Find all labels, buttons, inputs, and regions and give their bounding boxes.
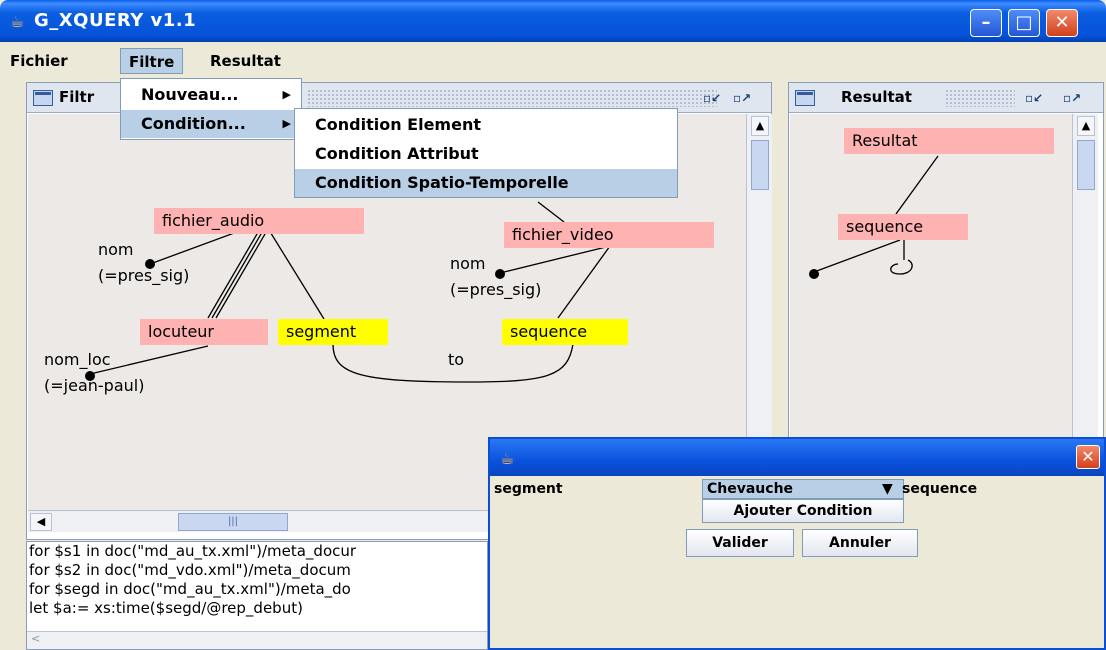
attr-value-loc: (=jean-paul)	[44, 376, 145, 395]
valider-button[interactable]: Valider	[686, 529, 794, 557]
menu-nouveau-label: Nouveau...	[141, 85, 239, 104]
node-locuteur[interactable]: locuteur	[140, 319, 268, 345]
left-operand-label: segment	[494, 481, 563, 497]
dialog-title-bar: ☕ ✕	[490, 439, 1104, 476]
attr-value-audio: (=pres_sig)	[98, 266, 190, 285]
condition-submenu: Condition Element Condition Attribut Con…	[294, 108, 678, 198]
menu-condition-label: Condition...	[141, 114, 246, 133]
node-fichier-video[interactable]: fichier_video	[504, 222, 714, 248]
attr-value-video: (=pres_sig)	[450, 280, 542, 299]
frame-grip	[307, 89, 717, 107]
scroll-up-arrow-icon[interactable]: ▲	[1077, 116, 1095, 136]
menu-fichier[interactable]: Fichier	[2, 48, 76, 74]
iconify-icon[interactable]: ▫↙	[703, 89, 721, 107]
query-line: for $s2 in doc("md_vdo.xml")/meta_docum	[29, 561, 351, 579]
query-horizontal-scrollbar[interactable]: <	[27, 631, 487, 649]
menu-condition-spatio-temporelle[interactable]: Condition Spatio-Temporelle	[295, 169, 677, 197]
right-operand-label: sequence	[902, 481, 978, 497]
maximize-frame-icon[interactable]: ▫↗	[733, 89, 751, 107]
relation-select[interactable]: Chevauche	[702, 479, 904, 499]
menu-bar: Fichier Filtre Resultat	[0, 42, 1106, 78]
menu-nouveau[interactable]: Nouveau... ▶	[121, 81, 301, 109]
node-fichier-audio[interactable]: fichier_audio	[154, 208, 364, 234]
minimize-button[interactable]: –	[970, 9, 1002, 37]
result-vertical-scrollbar[interactable]: ▲	[1072, 114, 1098, 444]
close-button[interactable]: ✕	[1046, 9, 1078, 37]
result-canvas[interactable]: Resultat sequence	[790, 114, 1072, 444]
annuler-button[interactable]: Annuler	[802, 529, 918, 557]
query-line: for $segd in doc("md_au_tx.xml")/meta_do	[29, 580, 351, 598]
dialog-close-button[interactable]: ✕	[1076, 445, 1100, 469]
frame-window-icon	[795, 90, 815, 106]
filtre-dropdown: Nouveau... ▶ Condition... ▶	[120, 78, 302, 140]
frame-window-icon	[33, 90, 53, 106]
scroll-thumb[interactable]	[751, 140, 769, 190]
node-segment[interactable]: segment	[278, 319, 388, 345]
menu-resultat[interactable]: Resultat	[202, 48, 289, 74]
query-line: let $a:= xs:time($segd/@rep_debut)	[29, 599, 303, 617]
scroll-thumb[interactable]	[1077, 140, 1095, 190]
dropdown-arrow-icon[interactable]: ▼	[882, 481, 893, 497]
java-cup-icon: ☕	[500, 449, 515, 468]
node-sequence[interactable]: sequence	[502, 319, 628, 345]
menu-condition-element[interactable]: Condition Element	[295, 111, 677, 139]
result-frame-title: Resultat	[841, 88, 912, 106]
menu-filtre[interactable]: Filtre	[120, 48, 184, 74]
result-frame-header: Resultat ▫↙ ▫↗	[789, 83, 1103, 113]
node-resultat[interactable]: Resultat	[844, 128, 1054, 154]
scroll-up-arrow-icon[interactable]: ▲	[751, 116, 769, 136]
title-bar: ☕ G_XQUERY v1.1 – □ ✕	[0, 0, 1106, 42]
iconify-icon[interactable]: ▫↙	[1025, 89, 1043, 107]
result-frame: Resultat ▫↙ ▫↗ Resultat sequence ▲	[788, 82, 1104, 444]
frame-grip	[945, 89, 1015, 107]
query-line: for $s1 in doc("md_au_tx.xml")/meta_docu…	[29, 542, 357, 560]
result-edges	[809, 155, 939, 279]
window-title: G_XQUERY v1.1	[34, 10, 197, 31]
submenu-arrow-icon: ▶	[282, 117, 291, 130]
xquery-text-area[interactable]: for $s1 in doc("md_au_tx.xml")/meta_docu…	[26, 541, 488, 650]
filter-frame-title: Filtr	[59, 88, 95, 106]
menu-condition[interactable]: Condition... ▶	[121, 110, 301, 138]
hscroll-thumb[interactable]: |||	[178, 513, 288, 531]
scroll-left-arrow-icon[interactable]: ◀	[30, 513, 52, 531]
attr-nom-audio: nom	[98, 240, 134, 259]
condition-dialog: ☕ ✕ segment Chevauche ▼ sequence Ajouter…	[488, 437, 1106, 650]
java-cup-icon: ☕	[10, 12, 25, 31]
node-result-sequence[interactable]: sequence	[838, 214, 968, 240]
relation-to-label: to	[448, 350, 465, 369]
menu-condition-attribut[interactable]: Condition Attribut	[295, 140, 677, 168]
maximize-frame-icon[interactable]: ▫↗	[1063, 89, 1081, 107]
attr-nom-video: nom	[450, 254, 486, 273]
add-condition-button[interactable]: Ajouter Condition	[702, 499, 904, 523]
relation-select-value: Chevauche	[707, 481, 794, 497]
submenu-arrow-icon: ▶	[282, 88, 291, 101]
maximize-button[interactable]: □	[1008, 9, 1040, 37]
attr-nom-loc: nom_loc	[44, 350, 111, 369]
